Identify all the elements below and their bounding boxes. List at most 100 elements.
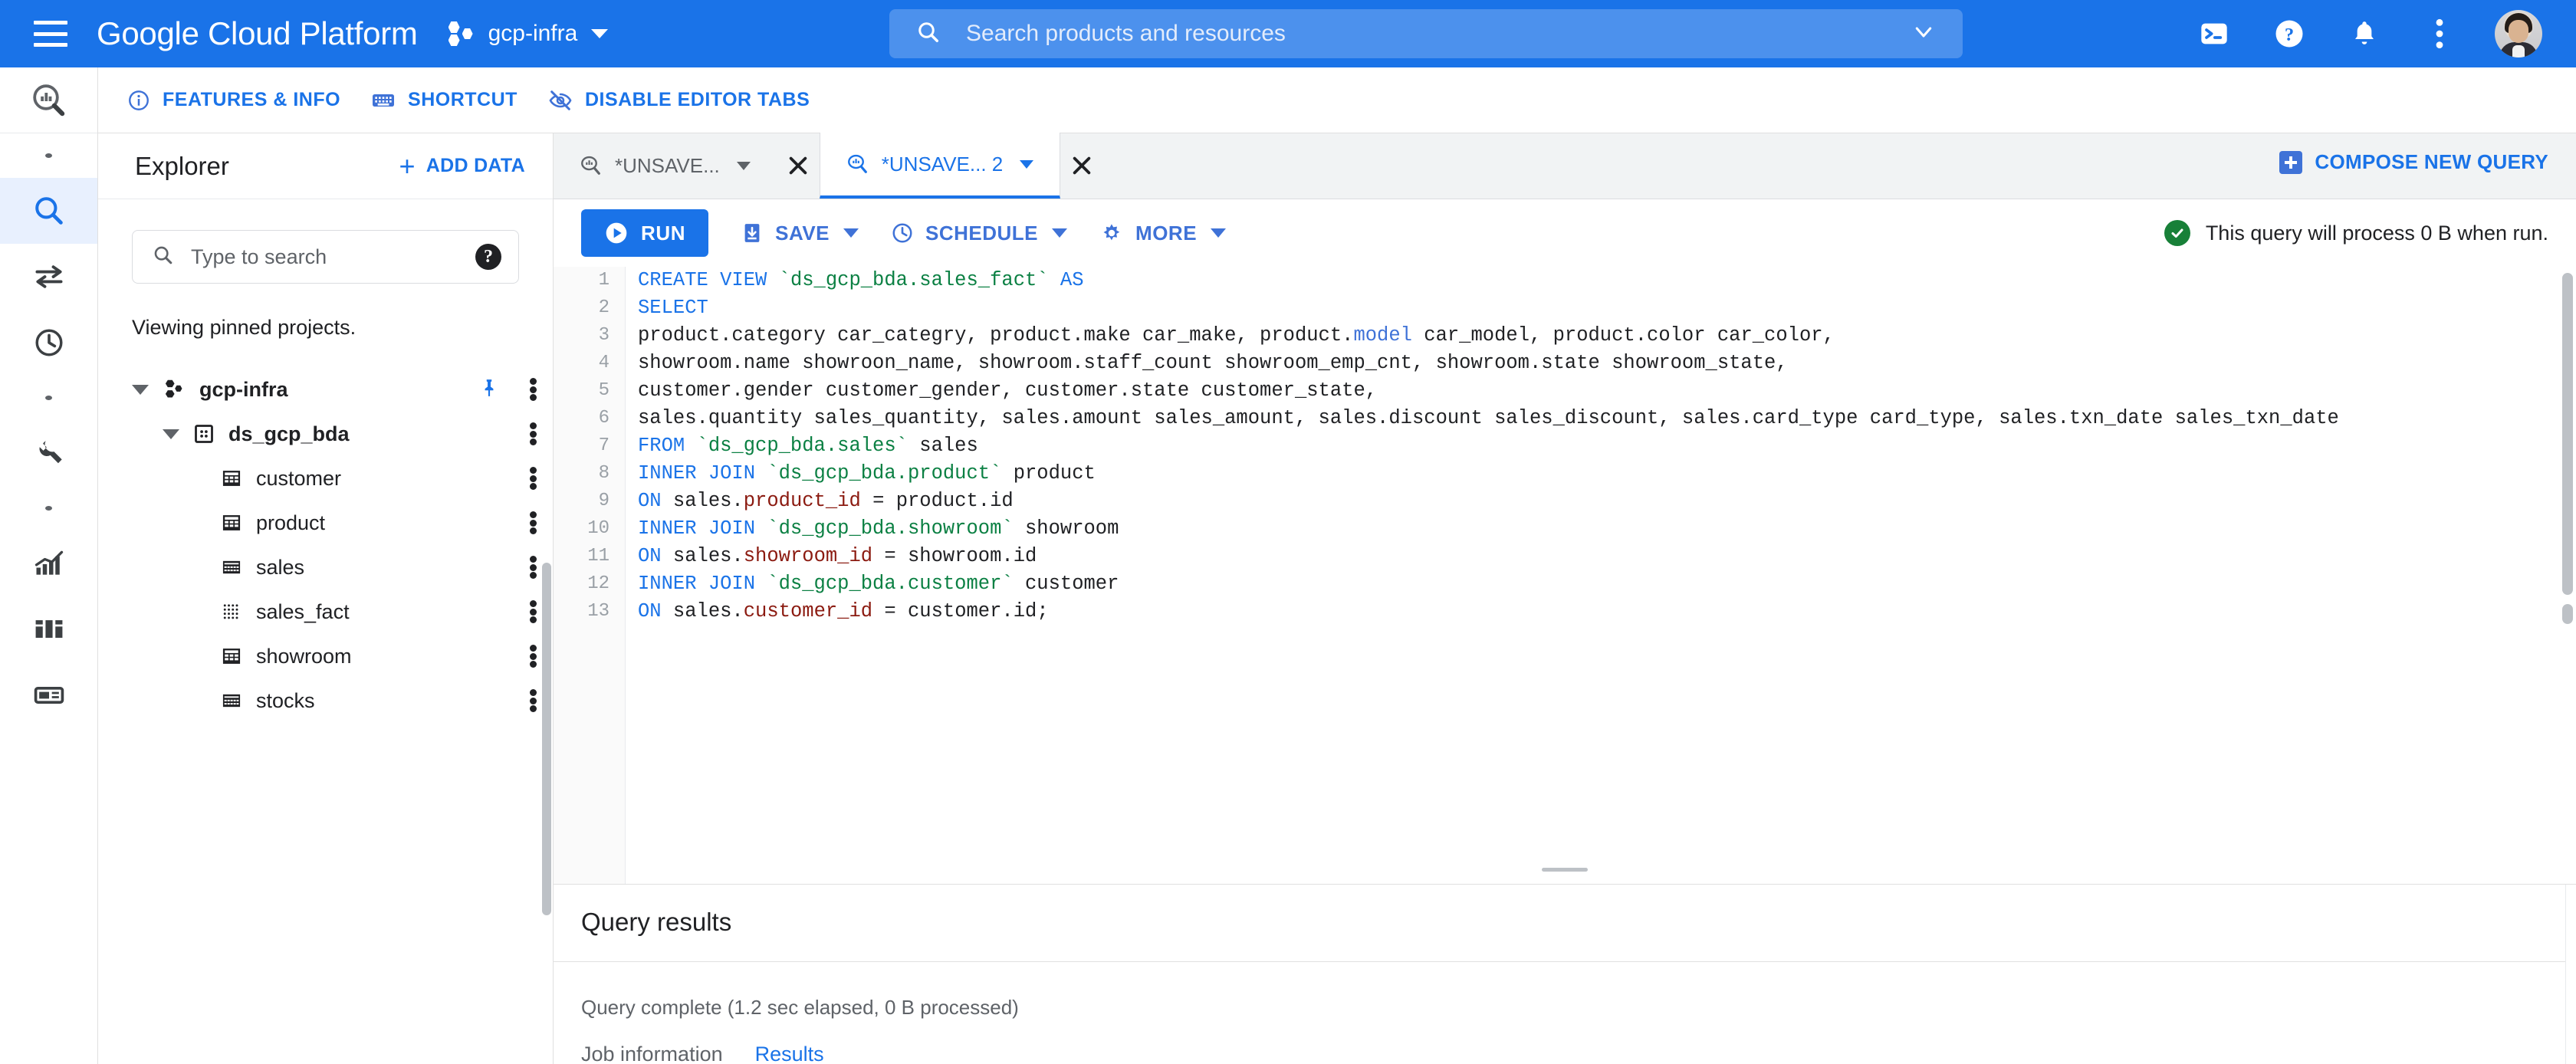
chevron-down-icon — [1052, 228, 1068, 238]
save-button[interactable]: SAVE — [741, 222, 859, 245]
row-menu-icon[interactable] — [530, 422, 537, 445]
line-number: 4 — [598, 353, 610, 373]
rail-item-scheduled-queries[interactable] — [0, 310, 97, 376]
row-menu-icon[interactable] — [530, 689, 537, 712]
help-icon[interactable]: ? — [2269, 14, 2309, 54]
schedule-label: SCHEDULE — [925, 221, 1039, 245]
tree-node-table-stocks[interactable]: stocks — [98, 678, 553, 723]
sql-line: ON sales.showroom_id = showroom.id — [638, 545, 1037, 567]
svg-text:?: ? — [2285, 25, 2294, 45]
tree-node-label: sales_fact — [256, 599, 350, 623]
row-menu-icon[interactable] — [530, 467, 537, 490]
play-icon — [604, 221, 629, 245]
explorer-panel: Explorer + ADD DATA Type to search ? Vie… — [98, 133, 554, 1064]
table-icon — [222, 649, 241, 664]
line-number: 12 — [587, 573, 610, 594]
sql-line: INNER JOIN `ds_gcp_bda.product` product — [638, 462, 1096, 484]
notifications-bell-icon[interactable] — [2344, 14, 2384, 54]
query-results-title: Query results — [581, 908, 732, 936]
row-menu-icon[interactable] — [530, 378, 537, 401]
sql-line: ON sales.customer_id = customer.id; — [638, 600, 1049, 622]
eye-off-icon — [548, 88, 573, 113]
tab-job-information[interactable]: Job information — [581, 1043, 723, 1064]
tree-node-table-sales[interactable]: sales — [98, 545, 553, 589]
rail-dot-2 — [0, 376, 97, 420]
sql-line: sales.quantity sales_quantity, sales.amo… — [638, 407, 2339, 429]
tree-node-table-customer[interactable]: customer — [98, 456, 553, 501]
compose-new-query-button[interactable]: COMPOSE NEW QUERY — [2279, 150, 2548, 174]
tree-node-project[interactable]: gcp-infra — [98, 367, 553, 412]
explorer-scrollbar[interactable] — [542, 563, 551, 915]
shortcut-label: SHORTCUT — [408, 89, 518, 110]
query-tab-2[interactable]: *UNSAVE... 2 — [819, 133, 1061, 199]
clock-icon — [891, 222, 914, 245]
row-menu-icon[interactable] — [530, 556, 537, 579]
project-hex-icon — [448, 21, 476, 46]
features-and-info-button[interactable]: FEATURES & INFO — [127, 89, 340, 112]
sql-editor[interactable]: 1 2 3 4 5 6 7 8 9 10 11 12 13 CREATE VIE… — [554, 267, 2576, 884]
query-tab-2-close-icon[interactable] — [1060, 133, 1103, 199]
rail-item-query[interactable] — [0, 178, 97, 244]
bigquery-logo-icon[interactable] — [0, 67, 97, 133]
sql-line: FROM `ds_gcp_bda.sales` sales — [638, 435, 978, 457]
expand-triangle-icon[interactable] — [163, 429, 179, 439]
chevron-down-icon[interactable] — [736, 161, 751, 170]
rail-item-bi-engine[interactable] — [0, 596, 97, 662]
save-label: SAVE — [775, 221, 830, 245]
hamburger-icon[interactable] — [34, 21, 67, 47]
rail-item-admin[interactable] — [0, 420, 97, 486]
rail-item-reservations[interactable] — [0, 662, 97, 728]
page-title: Explorer — [135, 151, 229, 180]
sql-line: ON sales.product_id = product.id — [638, 490, 1014, 512]
sql-code-content[interactable]: CREATE VIEW `ds_gcp_bda.sales_fact` AS SE… — [626, 267, 2576, 884]
more-options-icon[interactable] — [2420, 14, 2459, 54]
tree-node-table-showroom[interactable]: showroom — [98, 634, 553, 678]
run-button[interactable]: RUN — [581, 209, 709, 257]
info-circle-icon — [127, 89, 150, 112]
project-selector[interactable]: gcp-infra — [448, 21, 609, 47]
add-data-button[interactable]: + ADD DATA — [399, 152, 525, 180]
dataset-icon — [195, 425, 213, 443]
keyboard-icon — [371, 88, 396, 113]
tree-node-label: stocks — [256, 688, 315, 712]
query-tab-1[interactable]: *UNSAVE... — [554, 133, 777, 199]
rail-item-transfers[interactable] — [0, 244, 97, 310]
avatar[interactable] — [2495, 10, 2542, 57]
editor-options-bar: FEATURES & INFO SHORTCUT DISABLE EDITOR … — [98, 67, 2576, 133]
editor-scrollbar-secondary[interactable] — [2562, 604, 2573, 624]
rail-item-analytics-hub[interactable] — [0, 530, 97, 596]
chevron-down-icon[interactable] — [1912, 21, 1935, 48]
table-striped-icon — [222, 560, 241, 574]
sql-line: CREATE VIEW `ds_gcp_bda.sales_fact` AS — [638, 269, 1084, 291]
shortcut-button[interactable]: SHORTCUT — [371, 88, 518, 113]
editor-scrollbar[interactable] — [2562, 273, 2573, 595]
schedule-button[interactable]: SCHEDULE — [891, 221, 1068, 245]
plus-icon — [2279, 150, 2303, 174]
line-number: 1 — [598, 270, 610, 291]
pin-icon[interactable] — [479, 376, 499, 403]
help-icon[interactable]: ? — [475, 244, 501, 270]
tree-node-label: sales — [256, 555, 305, 579]
tree-node-table-product[interactable]: product — [98, 501, 553, 545]
tree-node-dataset[interactable]: ds_gcp_bda — [98, 412, 553, 456]
chevron-down-icon — [843, 228, 859, 238]
expand-triangle-icon[interactable] — [132, 384, 149, 395]
chevron-down-icon[interactable] — [1020, 159, 1034, 169]
tree-node-view-sales-fact[interactable]: sales_fact — [98, 589, 553, 634]
row-menu-icon[interactable] — [530, 511, 537, 534]
global-search-input[interactable]: Search products and resources — [889, 9, 1963, 58]
editor-resize-handle[interactable] — [1542, 868, 1588, 872]
cloud-shell-icon[interactable] — [2194, 14, 2234, 54]
disable-editor-tabs-button[interactable]: DISABLE EDITOR TABS — [548, 88, 810, 113]
project-hex-icon — [165, 379, 182, 398]
row-menu-icon[interactable] — [530, 645, 537, 668]
tab-results[interactable]: Results — [755, 1043, 824, 1064]
global-search-placeholder: Search products and resources — [966, 21, 1286, 46]
chevron-down-icon — [1211, 228, 1227, 238]
more-button[interactable]: MORE — [1099, 221, 1227, 245]
sql-line: SELECT — [638, 297, 708, 319]
explorer-search-input[interactable]: Type to search ? — [132, 230, 519, 284]
brand-title: Google Cloud Platform — [97, 15, 418, 51]
row-menu-icon[interactable] — [530, 600, 537, 623]
query-tab-1-close-icon[interactable] — [777, 133, 820, 199]
